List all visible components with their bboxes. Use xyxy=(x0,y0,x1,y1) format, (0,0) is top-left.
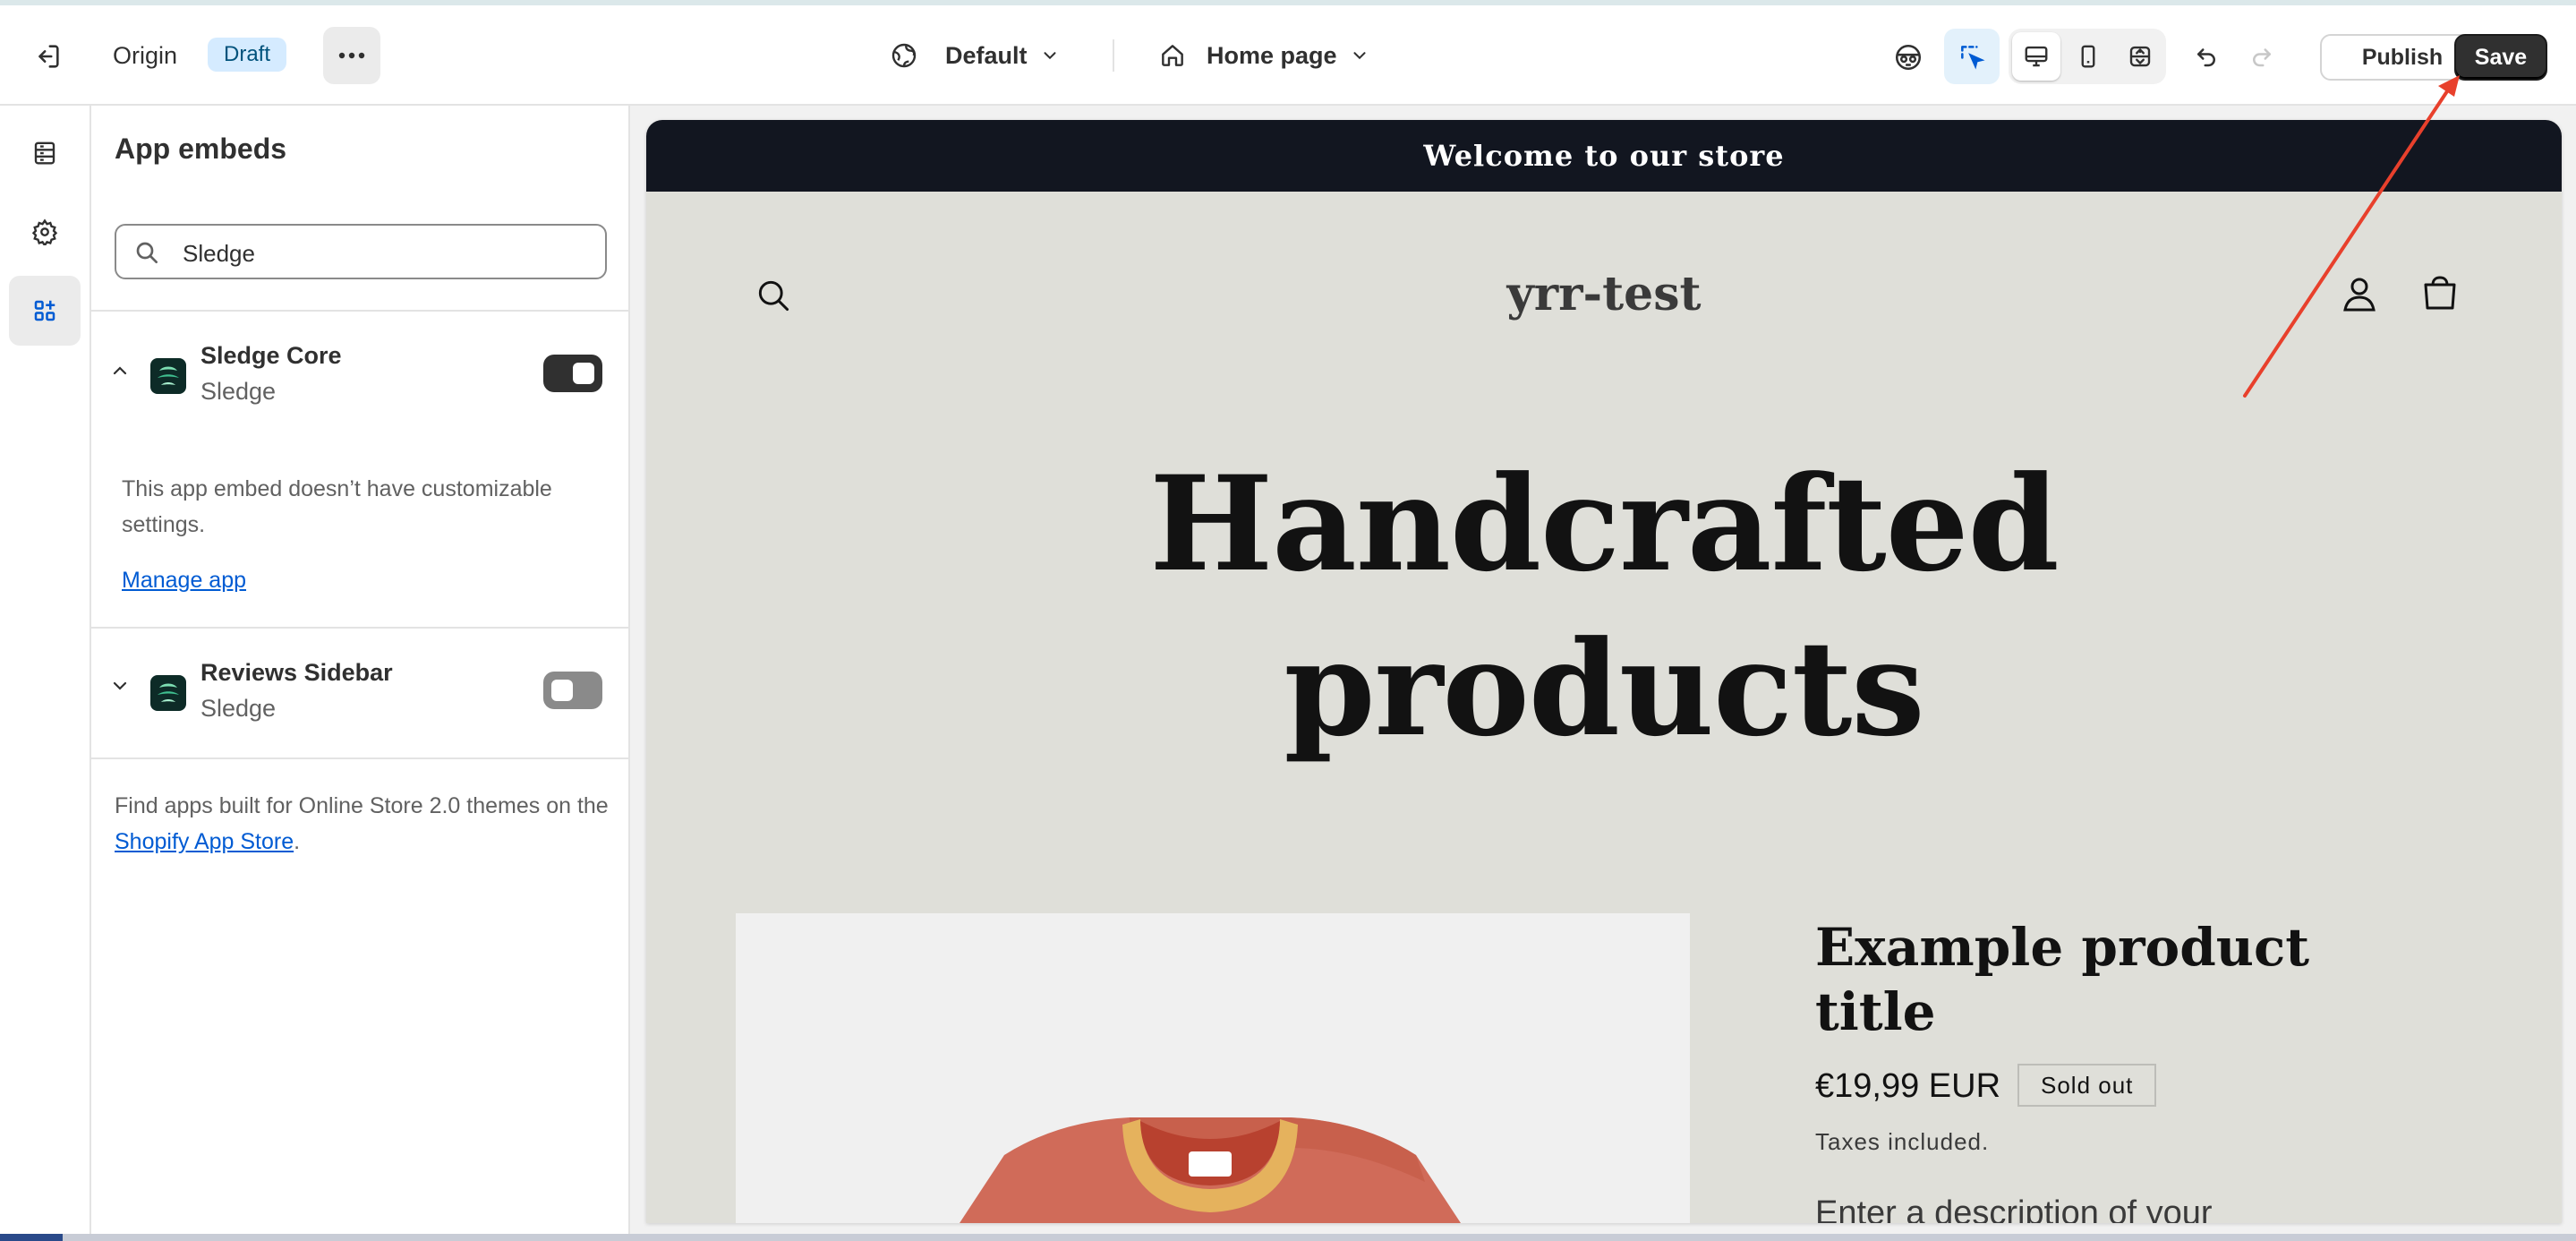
settings-gear-icon xyxy=(31,218,58,245)
more-actions-button[interactable] xyxy=(323,27,380,84)
globe-icon xyxy=(890,41,918,70)
app-embeds-panel: App embeds Sledge Sledge Core Sledge Thi… xyxy=(91,106,630,1241)
app-embed-toggle[interactable] xyxy=(543,355,602,392)
sections-icon xyxy=(34,141,55,165)
store-logo-text: yrr-test xyxy=(1506,267,1702,321)
bottom-edge xyxy=(0,1234,2576,1241)
toggle-knob xyxy=(551,680,573,701)
status-badge: Draft xyxy=(208,38,287,72)
cart-icon[interactable] xyxy=(2418,272,2461,320)
bottom-edge-accent xyxy=(0,1234,63,1241)
redo-icon xyxy=(2247,41,2277,72)
footer-suffix: . xyxy=(294,829,301,854)
hero-line-2: products xyxy=(1284,612,1924,766)
manage-app-link[interactable]: Manage app xyxy=(122,568,246,594)
app-embed-toggle[interactable] xyxy=(543,672,602,709)
editor-topbar: Origin Draft Default Home page Publish S… xyxy=(0,5,2576,106)
divider xyxy=(91,757,628,759)
app-name: Sledge Core xyxy=(200,342,342,369)
page-selector-label: Home page xyxy=(1207,41,1337,69)
app-provider: Sledge xyxy=(200,695,277,722)
product-description: Enter a description of your xyxy=(1815,1194,2213,1223)
app-embeds-icon xyxy=(34,300,55,321)
hero-heading: Handcrafted products xyxy=(646,442,2562,772)
sledge-logo xyxy=(150,675,186,711)
rail-sections[interactable] xyxy=(9,118,81,188)
editor-rail xyxy=(0,106,91,1241)
app-provider: Sledge xyxy=(200,378,277,405)
no-settings-note: This app embed doesn’t have customizable… xyxy=(122,476,552,537)
page-selector[interactable]: Home page xyxy=(1158,32,1369,79)
divider xyxy=(91,310,628,312)
eye-mask-icon[interactable] xyxy=(1889,38,1928,77)
search-input[interactable]: Sledge xyxy=(115,224,607,279)
app-name: Reviews Sidebar xyxy=(200,659,393,686)
theme-selector[interactable]: Default xyxy=(890,32,1060,79)
save-button[interactable]: Save xyxy=(2454,34,2547,81)
toggle-knob xyxy=(573,363,594,384)
footer-prefix: Find apps built for Online Store 2.0 the… xyxy=(115,793,609,818)
chevron-up-icon[interactable] xyxy=(109,360,131,386)
tshirt-illustration xyxy=(960,1117,1461,1223)
undo-icon[interactable] xyxy=(2191,41,2222,72)
chevron-down-icon xyxy=(1040,46,1060,65)
announcement-bar: Welcome to our store xyxy=(646,120,2562,192)
chevron-down-icon xyxy=(1350,46,1369,65)
search-icon xyxy=(132,238,161,271)
storefront-preview[interactable]: Welcome to our store yrr-test Handcrafte… xyxy=(646,120,2562,1223)
theme-selector-label: Default xyxy=(945,41,1028,69)
chevron-down-icon[interactable] xyxy=(109,675,131,701)
rail-app-embeds[interactable] xyxy=(9,276,81,346)
product-price: €19,99 EUR xyxy=(1815,1067,2001,1105)
account-icon[interactable] xyxy=(2338,272,2381,320)
panel-title: App embeds xyxy=(115,133,287,165)
divider xyxy=(91,627,628,629)
home-icon xyxy=(1158,41,1187,70)
fullscreen-icon[interactable] xyxy=(2125,41,2155,72)
topbar-divider xyxy=(1113,39,1114,72)
mobile-icon[interactable] xyxy=(2073,41,2103,72)
desktop-icon[interactable] xyxy=(2021,41,2051,72)
select-cursor-icon[interactable] xyxy=(1957,41,1987,72)
taxes-note: Taxes included. xyxy=(1815,1128,1990,1155)
more-horizontal-icon xyxy=(338,52,365,59)
sold-out-badge: Sold out xyxy=(2017,1064,2157,1107)
hero-line-1: Handcrafted xyxy=(1149,448,2059,601)
rail-theme-settings[interactable] xyxy=(9,197,81,267)
search-value: Sledge xyxy=(183,240,255,267)
product-title[interactable]: Example product title xyxy=(1815,915,2316,1044)
sledge-logo xyxy=(150,358,186,394)
product-image[interactable] xyxy=(736,913,1690,1223)
exit-icon[interactable] xyxy=(27,36,68,77)
shopify-app-store-link[interactable]: Shopify App Store xyxy=(115,829,294,854)
footer-note: Find apps built for Online Store 2.0 the… xyxy=(115,788,616,860)
store-name: Origin xyxy=(113,41,178,69)
